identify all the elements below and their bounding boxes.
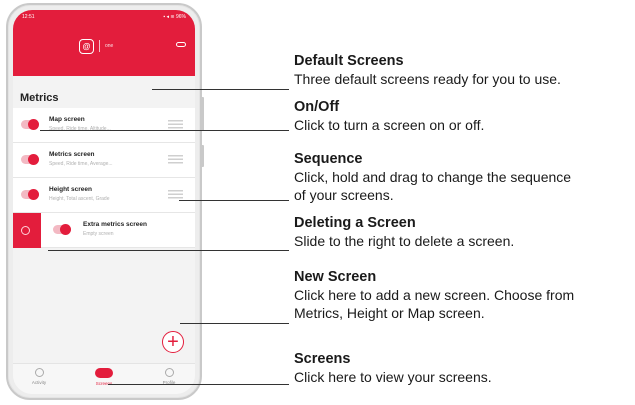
status-time: 12:51	[22, 14, 35, 20]
toggle-knob	[28, 154, 39, 165]
toggle-knob	[28, 119, 39, 130]
annotation-title: Deleting a Screen	[294, 215, 416, 231]
annotation-text: Click to turn a screen on or off.	[294, 117, 485, 133]
delete-icon	[21, 226, 30, 235]
section-title: Metrics	[20, 92, 59, 104]
callout-line-default-screens	[152, 89, 289, 90]
link-icon[interactable]	[176, 42, 186, 47]
annotation-text: Three default screens ready for you to u…	[294, 71, 561, 87]
annotation-new-screen: New Screen Click here to add a new scree…	[294, 269, 632, 322]
phone-power-button	[201, 145, 204, 167]
screen-item-title: Height screen	[49, 186, 92, 193]
brand-name: one	[105, 43, 114, 49]
annotation-text: Click here to view your screens.	[294, 369, 492, 385]
screen-item-title: Extra metrics screen	[83, 221, 147, 228]
toggle-knob	[28, 189, 39, 200]
annotation-screens: Screens Click here to view your screens.	[294, 351, 632, 386]
annotation-text: Click, hold and drag to change the seque…	[294, 169, 572, 185]
annotation-title: New Screen	[294, 269, 377, 285]
toggle-switch[interactable]	[53, 224, 71, 235]
annotation-text: Metrics, Height or Map screen.	[294, 305, 485, 321]
annotation-text: of your screens.	[294, 187, 394, 203]
status-bar: 12:51 ▪ ◂ ≋ 96%	[13, 10, 195, 24]
annotation-title: Sequence	[294, 151, 363, 167]
screen-item-title: Map screen	[49, 116, 85, 123]
screen-item-title: Metrics screen	[49, 151, 95, 158]
toggle-knob	[60, 224, 71, 235]
bottom-nav: Activity Screens Profile	[13, 363, 195, 394]
profile-icon	[164, 368, 174, 377]
phone-screen: 12:51 ▪ ◂ ≋ 96% @ one Metrics Map screen…	[13, 10, 195, 394]
nav-label: Activity	[31, 380, 47, 385]
screen-list: Map screen Speed, Ride time, Altitude...…	[13, 108, 195, 248]
annotation-on-off: On/Off Click to turn a screen on or off.	[294, 99, 632, 134]
callout-line-delete	[48, 250, 289, 251]
screen-item-metrics[interactable]: Metrics screen Speed, Ride time, Average…	[13, 143, 195, 178]
toggle-switch[interactable]	[21, 189, 39, 200]
status-icons: ▪ ◂ ≋ 96%	[163, 14, 186, 20]
annotation-title: Default Screens	[294, 53, 404, 69]
screen-item-map[interactable]: Map screen Speed, Ride time, Altitude...	[13, 108, 195, 143]
drag-handle-icon[interactable]	[168, 190, 183, 199]
activity-icon	[34, 368, 44, 377]
screen-item-subtitle: Empty screen	[83, 231, 114, 237]
annotation-deleting-a-screen: Deleting a Screen Slide to the right to …	[294, 215, 632, 250]
annotation-sequence: Sequence Click, hold and drag to change …	[294, 151, 632, 204]
screen-item-height[interactable]: Height screen Height, Total ascent, Grad…	[13, 178, 195, 213]
callout-line-on-off	[40, 130, 289, 131]
annotation-text: Slide to the right to delete a screen.	[294, 233, 515, 249]
callout-line-new-screen	[180, 323, 289, 324]
toggle-switch[interactable]	[21, 119, 39, 130]
screen-item-subtitle: Speed, Ride time, Altitude...	[49, 126, 111, 132]
nav-item-profile[interactable]: Profile	[149, 368, 189, 385]
phone-volume-button	[201, 97, 204, 131]
phone-mockup: 12:51 ▪ ◂ ≋ 96% @ one Metrics Map screen…	[6, 3, 204, 400]
app-header: 12:51 ▪ ◂ ≋ 96% @ one	[13, 10, 195, 76]
drag-handle-icon[interactable]	[168, 155, 183, 164]
toggle-switch[interactable]	[21, 154, 39, 165]
add-screen-button[interactable]: +	[162, 331, 184, 353]
screen-item-subtitle: Speed, Ride time, Average...	[49, 161, 113, 167]
annotation-text: Click here to add a new screen. Choose f…	[294, 287, 575, 303]
screens-icon	[95, 368, 113, 378]
callout-line-screens	[108, 384, 289, 385]
callout-line-sequence	[179, 200, 289, 201]
screen-item-subtitle: Height, Total ascent, Grade	[49, 196, 110, 202]
brand-divider	[99, 40, 100, 52]
drag-handle-icon[interactable]	[168, 120, 183, 129]
delete-button[interactable]	[13, 213, 41, 248]
annotation-title: On/Off	[294, 99, 340, 115]
annotation-title: Screens	[294, 351, 351, 367]
screen-item-extra-metrics[interactable]: Extra metrics screen Empty screen	[13, 213, 195, 248]
brand: @ one	[79, 38, 113, 54]
brand-logo-icon: @	[79, 38, 94, 54]
nav-item-activity[interactable]: Activity	[19, 368, 59, 385]
annotation-default-screens: Default Screens Three default screens re…	[294, 53, 632, 88]
